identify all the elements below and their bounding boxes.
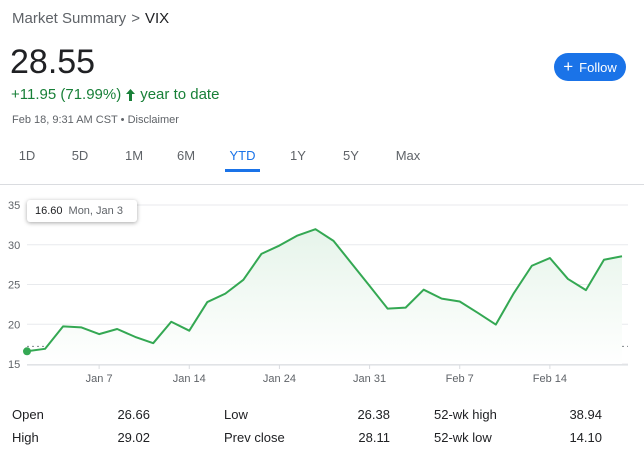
arrow-up-icon [126, 88, 136, 101]
stat-value-52wk-high: 38.94 [569, 407, 602, 422]
divider [0, 184, 644, 185]
stat-value-prev-close: 28.11 [358, 430, 390, 445]
stat-label-low: Low [224, 407, 248, 422]
y-tick-label: 25 [8, 280, 20, 292]
y-tick-label: 15 [8, 359, 20, 371]
breadcrumb: Market Summary > VIX [12, 10, 169, 27]
stat-label-52wk-low: 52-wk low [434, 430, 492, 445]
price-change: +11.95 (71.99%) year to date [11, 86, 219, 103]
stat-value-high: 29.02 [117, 430, 150, 445]
x-tick-label: Jan 24 [263, 373, 296, 385]
x-tick-label: Jan 7 [86, 373, 113, 385]
tooltip-date: Mon, Jan 3 [68, 205, 123, 217]
x-tick-label: Feb 7 [446, 373, 474, 385]
hover-point-marker [23, 347, 31, 356]
stat-value-52wk-low: 14.10 [569, 430, 602, 445]
x-tick-label: Feb 14 [533, 373, 567, 385]
tab-max[interactable]: Max [395, 146, 421, 172]
x-tick-label: Jan 31 [353, 373, 386, 385]
follow-button-label: Follow [579, 59, 617, 75]
quote-meta: Feb 18, 9:31 AM CST • Disclaimer [12, 114, 179, 126]
stat-label-open: Open [12, 407, 44, 422]
tooltip-value: 16.60 [35, 205, 63, 217]
change-period: year to date [140, 86, 220, 103]
current-price: 28.55 [10, 43, 96, 81]
tab-5d[interactable]: 5D [70, 146, 90, 172]
tab-ytd[interactable]: YTD [225, 146, 260, 172]
y-tick-label: 20 [8, 319, 20, 331]
range-tabs: 1D 5D 1M 6M YTD 1Y 5Y Max [0, 146, 644, 172]
x-tick-label: Jan 14 [173, 373, 206, 385]
breadcrumb-current: VIX [144, 10, 170, 27]
stat-label-52wk-high: 52-wk high [434, 407, 497, 422]
tab-6m[interactable]: 6M [176, 146, 196, 172]
breadcrumb-parent-link[interactable]: Market Summary [12, 10, 126, 27]
y-tick-label: 30 [8, 240, 20, 252]
stat-label-high: High [12, 430, 39, 445]
follow-button[interactable]: + Follow [554, 53, 626, 81]
disclaimer-link[interactable]: Disclaimer [128, 114, 179, 126]
y-tick-label: 35 [8, 200, 20, 212]
tab-1m[interactable]: 1M [124, 146, 144, 172]
breadcrumb-separator: > [131, 10, 140, 27]
chart-tooltip: 16.60 Mon, Jan 3 [27, 200, 137, 222]
stat-value-open: 26.66 [117, 407, 150, 422]
tab-1d[interactable]: 1D [17, 146, 37, 172]
timestamp: Feb 18, 9:31 AM CST [12, 114, 118, 126]
tab-1y[interactable]: 1Y [289, 146, 307, 172]
meta-bullet: • [120, 114, 125, 126]
tab-5y[interactable]: 5Y [342, 146, 360, 172]
stat-value-low: 26.38 [357, 407, 390, 422]
plus-icon: + [563, 57, 574, 76]
change-amount: +11.95 (71.99%) [11, 86, 122, 103]
price-area-fill [27, 229, 622, 364]
stat-label-prev-close: Prev close [224, 430, 285, 445]
